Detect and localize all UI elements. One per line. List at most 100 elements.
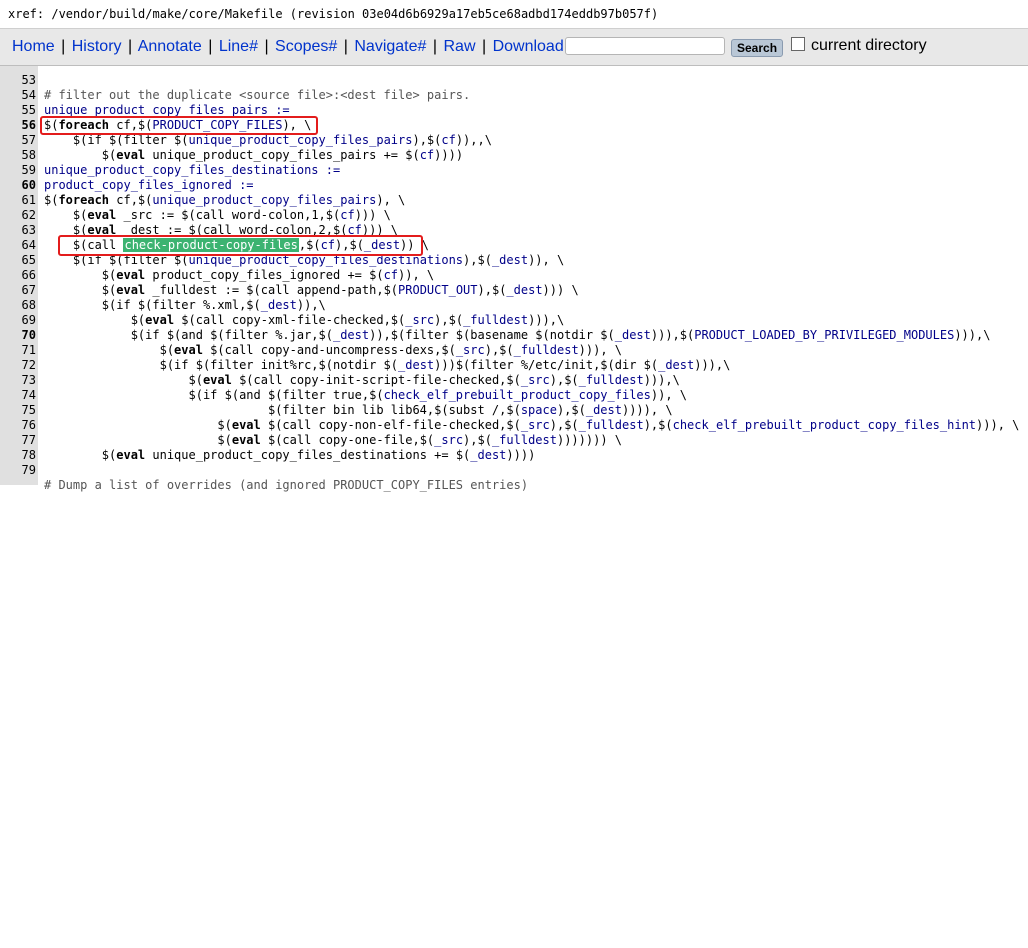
code-text: $(eval $(call copy-non-elf-file-checked,… bbox=[44, 418, 1020, 432]
code-line: 62 $(eval _src := $(call word-colon,1,$(… bbox=[0, 208, 1028, 223]
code-line: 73 $(eval $(call copy-init-script-file-c… bbox=[0, 373, 1028, 388]
nav-annotate-link[interactable]: Annotate bbox=[138, 38, 202, 55]
code-text: $(eval _src := $(call word-colon,1,$(cf)… bbox=[44, 208, 391, 222]
code-line: 68 $(if $(filter %.xml,$(_dest)),\ bbox=[0, 298, 1028, 313]
code-text: product_copy_files_ignored := bbox=[44, 178, 254, 192]
code-line: 77 $(eval $(call copy-one-file,$(_src),$… bbox=[0, 433, 1028, 448]
line-number[interactable]: 55 bbox=[0, 103, 36, 118]
code-text: $(if $(filter $(unique_product_copy_file… bbox=[44, 133, 492, 147]
code-text: $(eval _fulldest := $(call append-path,$… bbox=[44, 283, 579, 297]
current-directory-label: current directory bbox=[811, 37, 927, 54]
code-line: 54 # filter out the duplicate <source fil… bbox=[0, 88, 1028, 103]
code-comment: # filter out the duplicate <source file>… bbox=[44, 88, 471, 102]
code-line: 57 $(if $(filter $(unique_product_copy_f… bbox=[0, 133, 1028, 148]
line-number[interactable]: 66 bbox=[0, 268, 36, 283]
line-number[interactable]: 75 bbox=[0, 403, 36, 418]
code-line: 76 $(eval $(call copy-non-elf-file-check… bbox=[0, 418, 1028, 433]
line-number[interactable]: 73 bbox=[0, 373, 36, 388]
code-line: 66 $(eval product_copy_files_ignored += … bbox=[0, 268, 1028, 283]
code-text: $(if $(filter %.xml,$(_dest)),\ bbox=[44, 298, 326, 312]
nav-separator: | bbox=[208, 38, 213, 55]
code-line: 74 $(if $(and $(filter true,$(check_elf_… bbox=[0, 388, 1028, 403]
code-line: 67 $(eval _fulldest := $(call append-pat… bbox=[0, 283, 1028, 298]
line-number[interactable]: 74 bbox=[0, 388, 36, 403]
nav-separator: | bbox=[61, 38, 66, 55]
code-line: 78 $(eval unique_product_copy_files_dest… bbox=[0, 448, 1028, 463]
xref-prefix: xref: bbox=[8, 7, 52, 21]
nav-separator: | bbox=[481, 38, 487, 55]
nav-separator: | bbox=[343, 38, 348, 55]
line-number[interactable]: 78 bbox=[0, 448, 36, 463]
code-line: # Dump a list of overrides (and ignored … bbox=[0, 478, 1028, 493]
nav-history-link[interactable]: History bbox=[72, 38, 122, 55]
current-directory-checkbox[interactable] bbox=[791, 37, 805, 51]
nav-separator: | bbox=[432, 38, 438, 55]
code-line: 69 $(eval $(call copy-xml-file-checked,$… bbox=[0, 313, 1028, 328]
code-text: $(if $(filter init%rc,$(notdir $(_dest))… bbox=[44, 358, 731, 372]
line-number[interactable]: 57 bbox=[0, 133, 36, 148]
line-number[interactable]: 64 bbox=[0, 238, 36, 253]
code-line: 53 bbox=[0, 73, 1028, 88]
xref-header: xref: /vendor/build/make/core/Makefile (… bbox=[0, 0, 1028, 28]
code-line: 71 $(eval $(call copy-and-uncompress-dex… bbox=[0, 343, 1028, 358]
line-number[interactable]: 62 bbox=[0, 208, 36, 223]
line-number[interactable]: 56 bbox=[0, 118, 36, 133]
line-number[interactable]: 76 bbox=[0, 418, 36, 433]
red-annotation-box bbox=[40, 116, 318, 135]
code-line: 75 $(filter bin lib lib64,$(subst /,$(sp… bbox=[0, 403, 1028, 418]
line-number[interactable]: 67 bbox=[0, 283, 36, 298]
line-number[interactable]: 58 bbox=[0, 148, 36, 163]
line-number[interactable]: 59 bbox=[0, 163, 36, 178]
line-number[interactable]: 72 bbox=[0, 358, 36, 373]
line-number[interactable]: 70 bbox=[0, 328, 36, 343]
code-text: $(if $(and $(filter true,$(check_elf_pre… bbox=[44, 388, 687, 402]
code-line: 70 $(if $(and $(filter %.jar,$(_dest)),$… bbox=[0, 328, 1028, 343]
code-comment: # Dump a list of overrides (and ignored … bbox=[44, 478, 529, 492]
current-directory-option[interactable]: current directory bbox=[791, 37, 927, 55]
code-line: 59 unique_product_copy_files_destinations… bbox=[0, 163, 1028, 178]
code-text: $(eval $(call copy-init-script-file-chec… bbox=[44, 373, 680, 387]
nav-scopes-link[interactable]: Scopes# bbox=[275, 38, 337, 55]
search-button[interactable]: Search bbox=[731, 39, 784, 57]
line-number[interactable]: 79 bbox=[0, 463, 36, 478]
line-number[interactable]: 53 bbox=[0, 73, 36, 88]
code-text: $(eval $(call copy-one-file,$(_src),$(_f… bbox=[44, 433, 623, 447]
line-number[interactable]: 60 bbox=[0, 178, 36, 193]
code-text: $(if $(and $(filter %.jar,$(_dest)),$(fi… bbox=[44, 328, 991, 342]
code-text: $(filter bin lib lib64,$(subst /,$(space… bbox=[44, 403, 673, 417]
line-number[interactable]: 68 bbox=[0, 298, 36, 313]
line-number[interactable]: 71 bbox=[0, 343, 36, 358]
code-line: 61 $(foreach cf,$(unique_product_copy_fil… bbox=[0, 193, 1028, 208]
code-text: $(foreach cf,$(unique_product_copy_files… bbox=[44, 193, 406, 207]
nav-separator: | bbox=[264, 38, 269, 55]
line-number[interactable]: 65 bbox=[0, 253, 36, 268]
search-input[interactable] bbox=[565, 37, 725, 55]
code-line bbox=[0, 57, 1028, 72]
nav-navigate-link[interactable]: Navigate# bbox=[354, 38, 426, 55]
code-text: $(eval unique_product_copy_files_pairs +… bbox=[44, 148, 464, 162]
nav-line-link[interactable]: Line# bbox=[219, 38, 258, 55]
code-line: 60 product_copy_files_ignored := bbox=[0, 178, 1028, 193]
nav-download-link[interactable]: Download bbox=[493, 38, 564, 55]
code-text: $(eval unique_product_copy_files_destina… bbox=[44, 448, 536, 462]
code-line: 72 $(if $(filter init%rc,$(notdir $(_des… bbox=[0, 358, 1028, 373]
code-text: $(eval $(call copy-and-uncompress-dexs,$… bbox=[44, 343, 623, 357]
line-number[interactable]: 77 bbox=[0, 433, 36, 448]
code-line: 79 bbox=[0, 463, 1028, 478]
xref-revision: (revision 03e04d6b6929a17eb5ce68adbd174e… bbox=[282, 7, 659, 21]
xref-path: /vendor/build/make/core/Makefile bbox=[51, 7, 283, 21]
line-number[interactable]: 61 bbox=[0, 193, 36, 208]
code-line: 58 $(eval unique_product_copy_files_pair… bbox=[0, 148, 1028, 163]
nav-separator: | bbox=[127, 38, 133, 55]
line-number[interactable]: 63 bbox=[0, 223, 36, 238]
code-text: $(eval product_copy_files_ignored += $(c… bbox=[44, 268, 435, 282]
code-text: unique_product_copy_files_destinations :… bbox=[44, 163, 341, 177]
line-number[interactable]: 54 bbox=[0, 88, 36, 103]
nav-home-link[interactable]: Home bbox=[12, 38, 55, 55]
code-text: $(eval $(call copy-xml-file-checked,$(_s… bbox=[44, 313, 565, 327]
nav-raw-link[interactable]: Raw bbox=[443, 38, 475, 55]
code-view: 53 54 # filter out the duplicate <source … bbox=[0, 66, 1028, 492]
red-annotation-box bbox=[58, 235, 423, 256]
line-number[interactable]: 69 bbox=[0, 313, 36, 328]
